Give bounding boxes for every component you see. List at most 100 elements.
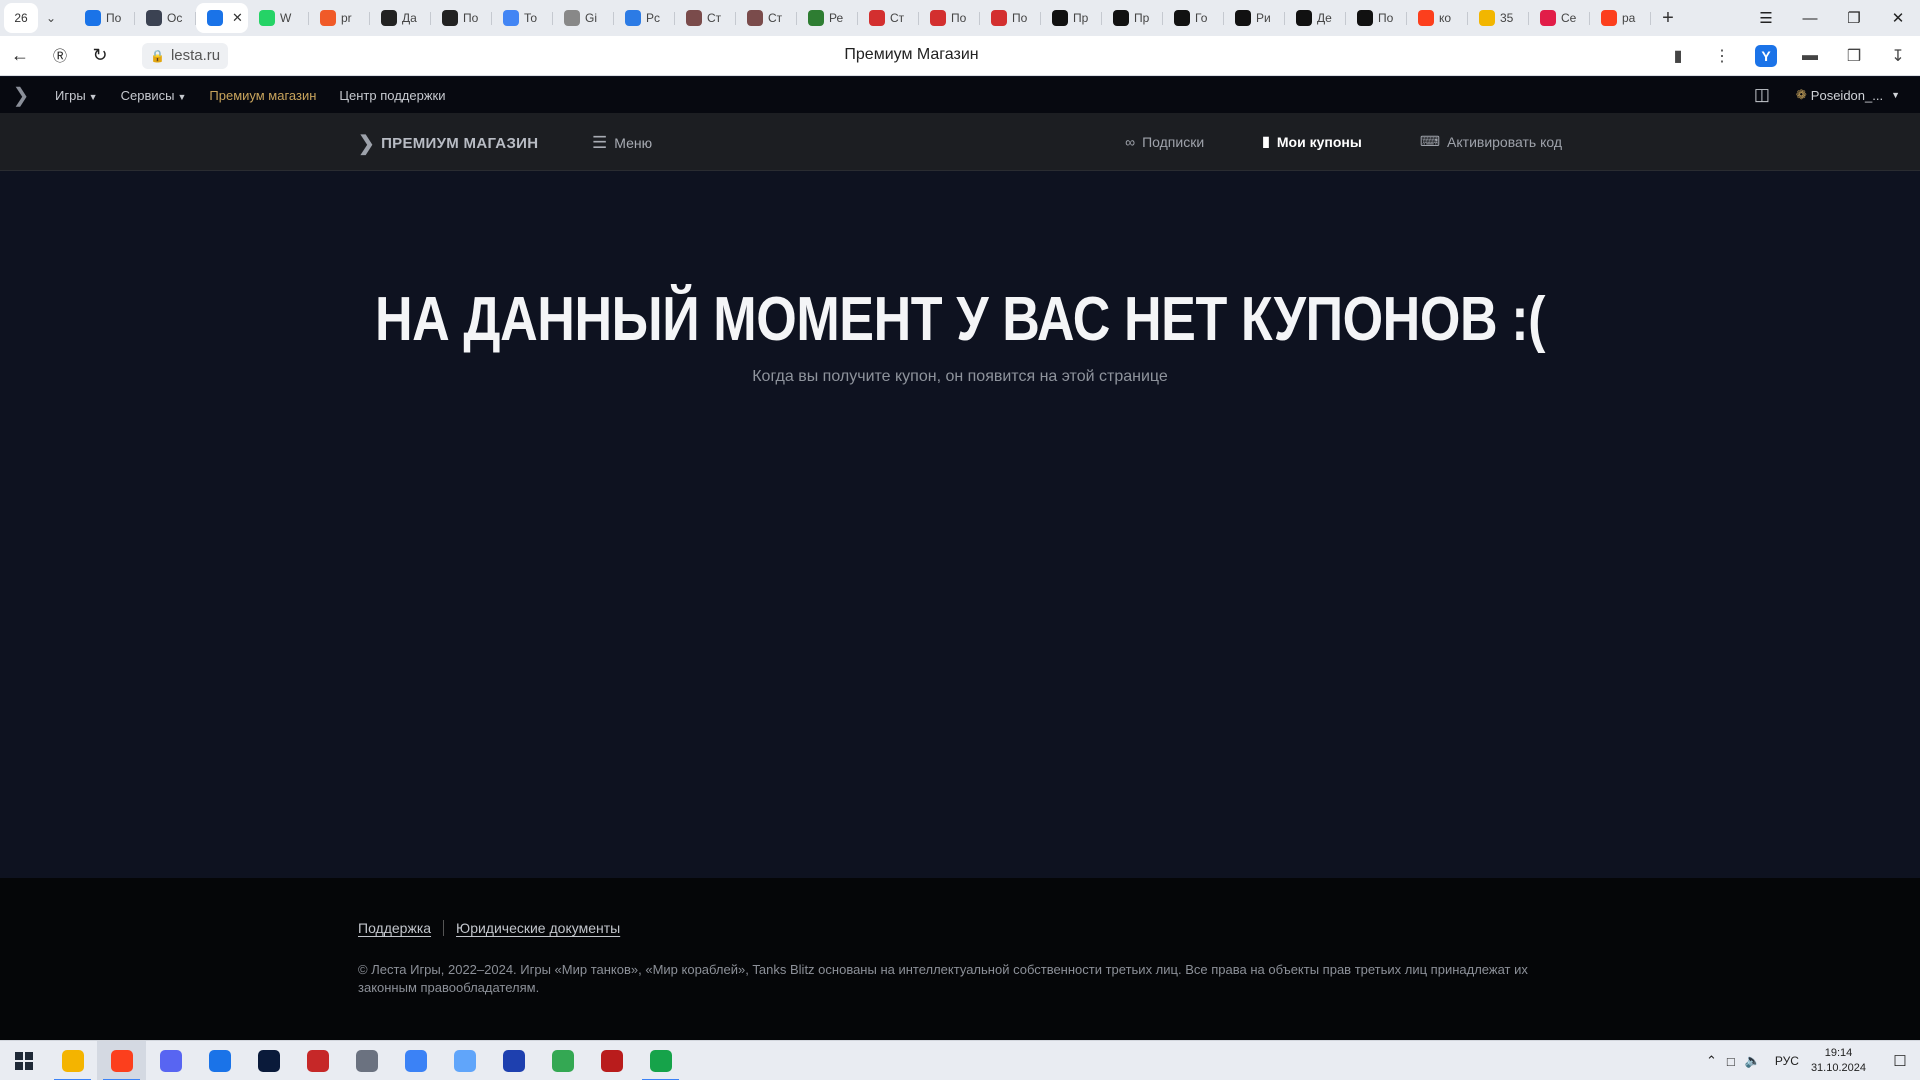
taskbar-app-button[interactable] [636,1041,685,1080]
browser-tab[interactable]: Го [1163,3,1224,33]
tab-list: По Ос ✕ Wpr Да По То Gi Рс Ст Ст Ре Ст По По Пр Пр Го Ри Де… [74,0,1651,36]
volume-icon[interactable]: 🔈 [1745,1053,1761,1069]
wt-icon [1113,10,1129,26]
browser-tab[interactable]: Ст [675,3,736,33]
taskbar-app-button[interactable] [440,1041,489,1080]
emblem-icon [808,10,824,26]
browser-tab[interactable]: ко [1407,3,1468,33]
nav-games[interactable]: Игры ▼ [55,88,98,103]
browser-tab-label: Рс [646,11,661,25]
minimize-button[interactable]: — [1788,0,1832,36]
footer-divider [443,920,445,936]
restore-button[interactable]: ❐ [1832,0,1876,36]
avatar-icon [686,10,702,26]
extension-icon[interactable]: ▬ [1788,36,1832,76]
yandex-account-icon[interactable]: Y [1744,36,1788,76]
browser-tab[interactable]: По [1346,3,1407,33]
shield-icon [146,10,162,26]
browser-tab[interactable]: Рс [614,3,675,33]
browser-tab-label: Ре [829,11,844,25]
browser-tab[interactable]: Ри [1224,3,1285,33]
taskbar-app-button[interactable] [195,1041,244,1080]
browser-tab[interactable]: Да [370,3,431,33]
input-language[interactable]: РУС [1775,1054,1799,1068]
more-options-icon[interactable]: ⋮ [1700,36,1744,76]
wallet-icon[interactable]: ◫ [1754,85,1770,105]
browser-tab[interactable]: pr [309,3,370,33]
taskbar-app-button[interactable] [538,1041,587,1080]
chevron-up-icon[interactable]: ⌃ [1706,1053,1717,1069]
browser-tab[interactable]: То [492,3,553,33]
taskbar-app-button[interactable] [391,1041,440,1080]
browser-tab[interactable]: Ст [736,3,797,33]
browser-tab[interactable]: Се [1529,3,1590,33]
store-brand-label: ПРЕМИУМ МАГАЗИН [381,135,539,152]
browser-tab[interactable]: ✕ [196,3,248,33]
subscriptions-link[interactable]: ∞ Подписки [1125,134,1204,150]
browser-tab[interactable]: ра [1590,3,1651,33]
taskbar-app-button[interactable] [97,1040,146,1080]
new-tab-button[interactable]: + [1655,5,1681,31]
browser-tab[interactable]: По [919,3,980,33]
downloads-icon[interactable]: ↧ [1876,36,1920,76]
browser-tab[interactable]: W [248,3,309,33]
footer-legal-link[interactable]: Юридические документы [456,920,620,936]
lesta-logo-icon[interactable]: ❯ [10,84,32,107]
browser-tab[interactable]: Пр [1041,3,1102,33]
taskbar-app-button[interactable] [244,1041,293,1080]
browser-tab-label: Ст [707,11,722,25]
url-field[interactable]: 🔒 lesta.ru [142,42,229,69]
my-coupons-link[interactable]: ▮ Мои купоны [1262,133,1362,150]
close-tab-icon[interactable]: ✕ [232,10,243,26]
browser-tab[interactable]: По [980,3,1041,33]
nav-services[interactable]: Сервисы ▼ [121,88,187,103]
nav-services-label: Сервисы [120,87,175,103]
wt-icon [1052,10,1068,26]
taskbar-app-button[interactable] [146,1041,195,1080]
browser-tab-label: По [106,11,122,25]
network-icon[interactable]: □ [1727,1054,1735,1069]
bookmark-icon[interactable]: ▮ [1656,36,1700,76]
browser-tab[interactable]: Пр [1102,3,1163,33]
store-brand-link[interactable]: ❯ ПРЕМИУМ МАГАЗИН [358,131,538,156]
browser-tab-label: Ри [1256,11,1271,25]
taskbar-app-button[interactable] [48,1041,97,1080]
browser-menu-icon[interactable]: ☰ [1744,0,1788,36]
browser-tab[interactable]: Gi [553,3,614,33]
browser-tab[interactable]: Ст [858,3,919,33]
taskbar-app-button[interactable] [489,1041,538,1080]
taskbar-app-button[interactable] [342,1041,391,1080]
close-window-button[interactable]: ✕ [1876,0,1920,36]
lesta-launcher-icon [208,1049,231,1072]
collections-icon[interactable]: ❒ [1832,36,1876,76]
browser-tab-label: pr [341,11,352,25]
taskbar-app-button[interactable] [587,1041,636,1080]
browser-tab-label: ко [1439,11,1452,25]
tab-counter-button[interactable]: 26 [4,3,38,33]
nav-premium-shop[interactable]: Премиум магазин [209,88,316,103]
app-icon [320,10,336,26]
browser-tab-label: Се [1561,11,1577,25]
browser-tab[interactable]: Ос [135,3,196,33]
start-button[interactable] [0,1041,48,1080]
taskbar-app-button[interactable] [293,1041,342,1080]
browser-tab[interactable]: По [74,3,135,33]
browser-tab[interactable]: Де [1285,3,1346,33]
browser-tab-label: ра [1622,11,1636,25]
notifications-icon[interactable]: ☐ [1880,1041,1920,1080]
clock[interactable]: 19:14 31.10.2024 [1811,1046,1866,1076]
user-menu[interactable]: ❁ Poseidon_... ▼ [1796,87,1900,103]
nav-support-center[interactable]: Центр поддержки [339,88,445,103]
store-menu-button[interactable]: ☰ Меню [592,133,652,153]
octocat-icon [564,10,580,26]
tab-list-dropdown-icon[interactable]: ⌄ [38,3,64,33]
activate-code-link[interactable]: ⌨ Активировать код [1420,133,1562,150]
browser-tab[interactable]: По [431,3,492,33]
footer-support-link[interactable]: Поддержка [358,920,431,936]
reload-button[interactable]: ↻ [80,36,120,76]
browser-tab[interactable]: Ре [797,3,858,33]
discord-icon [159,1049,182,1072]
yandex-home-icon[interactable]: Ⓡ [40,36,80,76]
browser-tab[interactable]: 35 [1468,3,1529,33]
back-button[interactable]: ← [0,36,40,76]
